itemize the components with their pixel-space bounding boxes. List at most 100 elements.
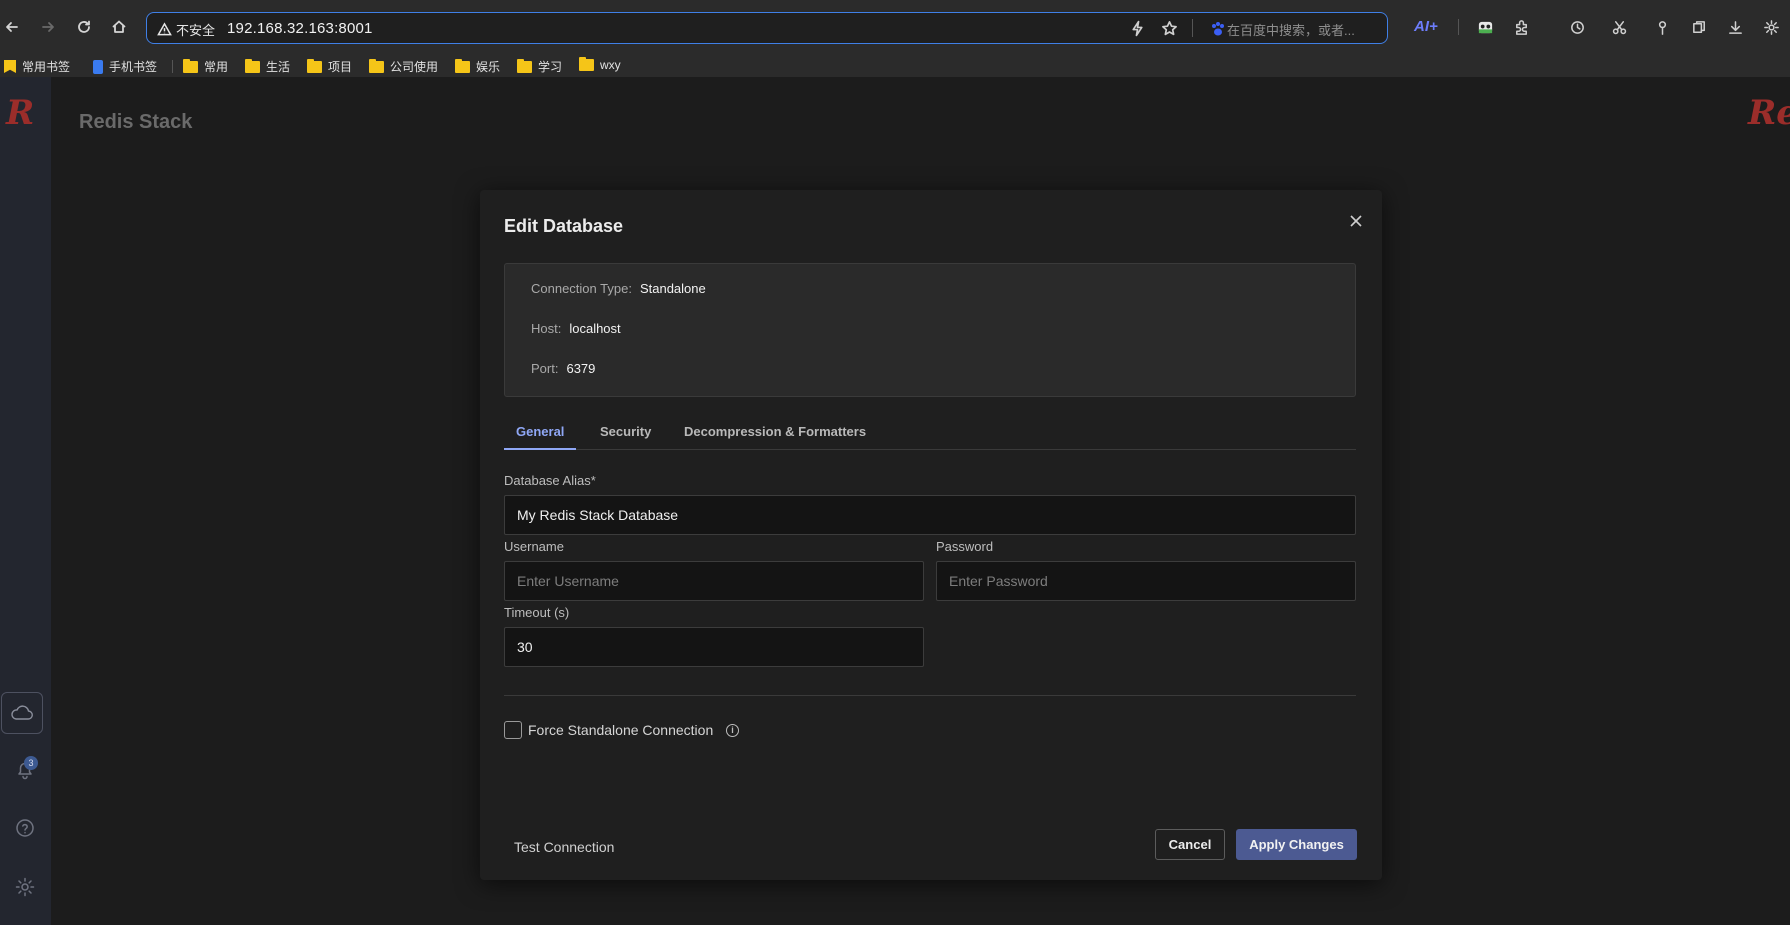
bookmark-separator [172, 60, 173, 73]
forward-icon[interactable] [37, 16, 59, 38]
apply-changes-button[interactable]: Apply Changes [1236, 829, 1357, 860]
password-label: Password [936, 539, 994, 554]
timeout-input[interactable] [504, 627, 924, 667]
ai-button[interactable]: AI+ [1414, 18, 1438, 35]
baidu-paw-icon[interactable] [1209, 20, 1227, 38]
back-icon[interactable] [1, 16, 23, 38]
alias-label: Database Alias* [504, 473, 596, 488]
page-title: Redis Stack [79, 111, 193, 133]
edit-database-dialog: Edit Database Connection Type: Standalon… [480, 190, 1382, 880]
connection-type-row: Connection Type: Standalone [531, 281, 706, 296]
star-bookmark-icon [4, 60, 16, 73]
address-separator [1192, 19, 1193, 37]
dialog-title: Edit Database [504, 216, 624, 236]
bookmark-folder-company[interactable]: 公司使用 [369, 58, 438, 75]
test-connection-button[interactable]: Test Connection [506, 835, 622, 859]
timeout-label: Timeout (s) [504, 605, 570, 620]
toolbar-separator [1458, 19, 1459, 35]
lightning-icon[interactable] [1129, 20, 1147, 38]
close-icon [1350, 215, 1362, 227]
info-icon[interactable]: i [726, 724, 739, 737]
close-button[interactable] [1347, 212, 1365, 230]
redis-app: R 3 Redis Stack Re Edit Database Connect… [0, 77, 1790, 925]
bookmark-label: 生活 [266, 60, 291, 74]
extensions-icon[interactable] [1510, 16, 1532, 38]
folder-icon [517, 58, 532, 73]
password-input[interactable] [936, 561, 1356, 601]
star-icon[interactable] [1161, 20, 1179, 38]
connection-type-label: Connection Type: [531, 281, 632, 296]
username-label: Username [504, 539, 564, 554]
url-text[interactable]: 192.168.32.163:8001 [227, 20, 373, 37]
username-input[interactable] [504, 561, 924, 601]
browser-toolbar: 不安全 192.168.32.163:8001 在百度中搜索，或者... AI+ [0, 0, 1790, 56]
bookmarks-bar: 常用书签 手机书签 常用 生活 项目 公司使用 娱乐 学习 wxy [0, 56, 1790, 77]
reload-icon[interactable] [73, 16, 95, 38]
help-icon [16, 819, 34, 837]
redis-logo[interactable]: R [6, 93, 34, 133]
history-icon[interactable] [1566, 16, 1588, 38]
connection-type-value: Standalone [639, 281, 706, 296]
cloud-button[interactable] [1, 692, 43, 734]
download-icon[interactable] [1724, 16, 1746, 38]
help-button[interactable] [8, 811, 42, 845]
form-divider [504, 695, 1356, 696]
redis-logo-right: Re [1748, 93, 1790, 133]
bookmark-label: 手机书签 [109, 60, 158, 74]
bookmark-folder-entertainment[interactable]: 娱乐 [455, 58, 500, 75]
home-icon[interactable] [108, 16, 130, 38]
cloud-icon [11, 705, 33, 720]
folder-icon [579, 57, 594, 71]
bookmark-label: 学习 [538, 60, 563, 74]
bookmark-mobile-bookmarks[interactable]: 手机书签 [93, 58, 157, 75]
bookmark-folder-wxy[interactable]: wxy [579, 57, 621, 72]
connection-info-panel: Connection Type: Standalone Host: localh… [504, 263, 1356, 397]
bookmark-label: 娱乐 [476, 60, 501, 74]
bookmark-folder-common[interactable]: 常用 [183, 58, 228, 75]
notification-badge: 3 [24, 756, 38, 770]
port-value: 6379 [566, 361, 596, 376]
cancel-button[interactable]: Cancel [1155, 829, 1225, 860]
menu-icon[interactable] [1760, 16, 1782, 38]
tab-decompression-formatters[interactable]: Decompression & Formatters [672, 424, 878, 450]
folder-icon [183, 58, 198, 73]
bookmark-folder-projects[interactable]: 项目 [307, 58, 352, 75]
port-label: Port: [531, 361, 559, 376]
security-warning-label: 不安全 [176, 23, 216, 38]
gear-icon [15, 877, 35, 897]
host-row: Host: localhost [531, 321, 621, 336]
host-value: localhost [569, 321, 621, 336]
bookmark-label: 项目 [328, 60, 353, 74]
pin-icon[interactable] [1651, 16, 1673, 38]
search-engine-placeholder[interactable]: 在百度中搜索，或者... [1227, 20, 1355, 39]
force-standalone-checkbox[interactable] [504, 721, 522, 739]
panda-extension-icon[interactable] [1474, 16, 1496, 38]
port-row: Port: 6379 [531, 361, 595, 376]
tab-general[interactable]: General [504, 424, 577, 450]
tab-security[interactable]: Security [588, 424, 663, 450]
phone-icon [93, 59, 103, 74]
folder-icon [455, 58, 470, 73]
dialog-tabs: General Security Decompression & Formatt… [504, 418, 1356, 450]
folder-icon [245, 58, 260, 73]
host-label: Host: [531, 321, 562, 336]
folder-icon [307, 58, 322, 73]
scissors-icon[interactable] [1608, 16, 1630, 38]
bookmark-folder-study[interactable]: 学习 [517, 58, 562, 75]
force-standalone-label[interactable]: Force Standalone Connection [528, 722, 713, 738]
security-warning[interactable]: 不安全 [157, 20, 215, 39]
settings-button[interactable] [8, 870, 42, 904]
bookmark-label: 公司使用 [390, 60, 439, 74]
bookmark-folder-life[interactable]: 生活 [245, 58, 290, 75]
notifications-button[interactable] [8, 752, 42, 786]
bookmark-label: 常用 [204, 60, 229, 74]
address-bar[interactable]: 不安全 192.168.32.163:8001 在百度中搜索，或者... [146, 12, 1388, 44]
bookmark-common-bookmarks[interactable]: 常用书签 [4, 58, 70, 75]
warning-icon [157, 22, 172, 36]
app-sidebar: R 3 [0, 77, 51, 925]
bookmark-label: wxy [600, 58, 621, 72]
bookmark-label: 常用书签 [22, 60, 71, 74]
database-alias-input[interactable] [504, 495, 1356, 535]
copy-window-icon[interactable] [1688, 16, 1710, 38]
folder-icon [369, 58, 384, 73]
